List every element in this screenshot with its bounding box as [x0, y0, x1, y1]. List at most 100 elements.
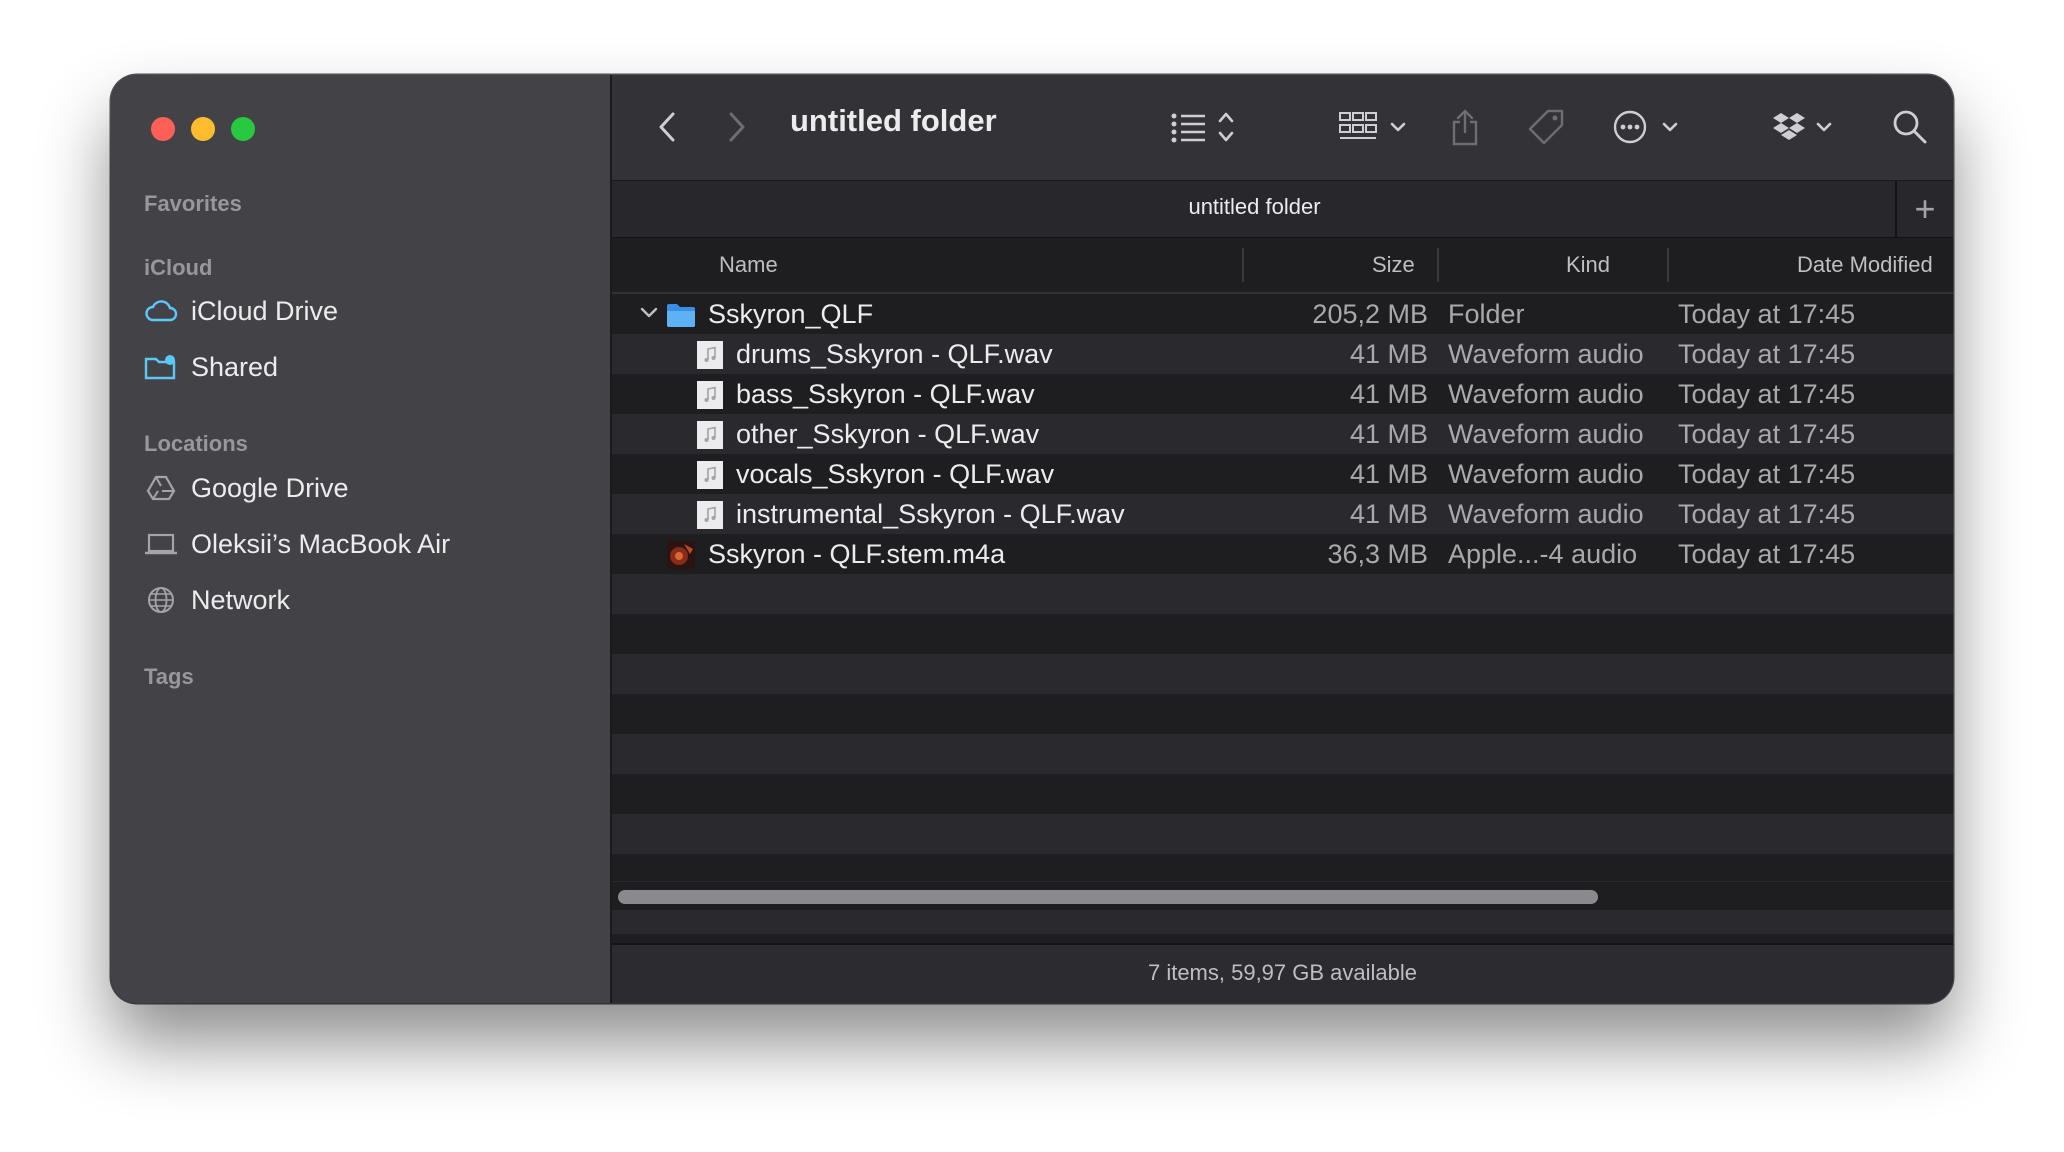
sidebar-section-locations: Locations: [144, 431, 248, 456]
file-date: Today at 17:45: [1678, 499, 1856, 529]
file-name: other_Sskyron - QLF.wav: [736, 419, 1040, 449]
empty-row: [612, 614, 1953, 654]
file-date: Today at 17:45: [1678, 539, 1856, 569]
file-list: Sskyron_QLF 205,2 MB Folder Today at 17:…: [612, 294, 1953, 934]
sidebar-item-label: Google Drive: [191, 472, 349, 503]
file-name: bass_Sskyron - QLF.wav: [736, 379, 1035, 409]
file-size: 36,3 MB: [1327, 539, 1428, 569]
column-header-name[interactable]: Name: [719, 252, 778, 278]
column-headers: Name Size Kind Date Modified: [612, 238, 1953, 294]
file-date: Today at 17:45: [1678, 339, 1856, 369]
back-button[interactable]: [652, 105, 682, 149]
empty-row: [612, 734, 1953, 774]
column-header-size[interactable]: Size: [1372, 252, 1415, 278]
file-size: 205,2 MB: [1312, 299, 1428, 329]
status-bar: 7 items, 59,97 GB available: [612, 943, 1953, 1003]
file-date: Today at 17:45: [1678, 459, 1856, 489]
laptop-icon: [144, 527, 178, 561]
column-header-date[interactable]: Date Modified: [1797, 252, 1933, 278]
file-name: Sskyron - QLF.stem.m4a: [708, 539, 1006, 569]
sidebar-item-label: Oleksii’s MacBook Air: [191, 528, 451, 559]
album-artwork-icon: [667, 540, 695, 569]
file-kind: Waveform audio: [1448, 499, 1644, 529]
tag-button[interactable]: [1526, 105, 1566, 149]
file-size: 41 MB: [1349, 339, 1428, 369]
audio-file-icon: [697, 420, 723, 449]
file-kind: Folder: [1448, 299, 1525, 329]
file-kind: Apple...-4 audio: [1448, 539, 1638, 569]
empty-row: [612, 694, 1953, 734]
table-row[interactable]: Sskyron - QLF.stem.m4a 36,3 MB Apple...-…: [612, 534, 1953, 574]
scrollbar-thumb[interactable]: [618, 890, 1598, 904]
audio-file-icon: [697, 460, 723, 489]
file-name: drums_Sskyron - QLF.wav: [736, 339, 1053, 369]
dropbox-icon: [1773, 113, 1832, 140]
minimize-window-button[interactable]: [191, 117, 215, 141]
file-kind: Waveform audio: [1448, 459, 1644, 489]
table-row-folder[interactable]: Sskyron_QLF 205,2 MB Folder Today at 17:…: [612, 294, 1953, 334]
file-kind: Waveform audio: [1448, 379, 1644, 409]
plus-icon: +: [1914, 188, 1936, 229]
empty-row: [612, 654, 1953, 694]
file-name: vocals_Sskyron - QLF.wav: [736, 459, 1055, 489]
chevron-left-icon: [659, 112, 675, 142]
chevron-down-icon[interactable]: [639, 303, 659, 323]
more-icon: [1613, 110, 1678, 144]
table-row[interactable]: instrumental_Sskyron - QLF.wav 41 MB Wav…: [612, 494, 1953, 534]
group-button[interactable]: [1338, 105, 1410, 149]
column-divider[interactable]: [1242, 248, 1244, 282]
column-header-kind[interactable]: Kind: [1566, 252, 1610, 278]
tab-untitled-folder[interactable]: untitled folder: [612, 194, 1897, 220]
sidebar-item-label: Shared: [191, 351, 279, 382]
window-title: untitled folder: [790, 103, 997, 138]
file-size: 41 MB: [1349, 379, 1428, 409]
sidebar-section-icloud: iCloud: [144, 255, 213, 280]
view-options-button[interactable]: [1170, 105, 1242, 149]
file-size: 41 MB: [1349, 499, 1428, 529]
table-row[interactable]: vocals_Sskyron - QLF.wav 41 MB Waveform …: [612, 454, 1953, 494]
file-date: Today at 17:45: [1678, 299, 1856, 329]
sidebar-section-favorites: Favorites: [144, 191, 242, 216]
share-icon: [1452, 109, 1478, 146]
file-kind: Waveform audio: [1448, 339, 1644, 369]
table-row[interactable]: bass_Sskyron - QLF.wav 41 MB Waveform au…: [612, 374, 1953, 414]
sidebar-item-macbook[interactable]: Oleksii’s MacBook Air: [144, 524, 450, 564]
list-view-icon: [1171, 112, 1234, 143]
toolbar: untitled folder: [612, 75, 1953, 180]
table-row[interactable]: drums_Sskyron - QLF.wav 41 MB Waveform a…: [612, 334, 1953, 374]
file-date: Today at 17:45: [1678, 419, 1856, 449]
sidebar-item-network[interactable]: Network: [144, 580, 290, 620]
dropbox-button[interactable]: [1772, 105, 1838, 149]
action-menu-button[interactable]: [1612, 105, 1684, 149]
column-divider[interactable]: [1437, 248, 1439, 282]
sidebar-item-google-drive[interactable]: Google Drive: [144, 468, 349, 508]
file-date: Today at 17:45: [1678, 379, 1856, 409]
globe-icon: [144, 583, 178, 617]
forward-button[interactable]: [722, 105, 752, 149]
search-icon: [1893, 110, 1927, 144]
empty-row: [612, 574, 1953, 614]
search-button[interactable]: [1890, 105, 1930, 149]
cloud-icon: [144, 294, 178, 328]
folder-icon: [667, 303, 695, 327]
google-drive-icon: [144, 471, 178, 505]
new-tab-button[interactable]: +: [1895, 181, 1953, 237]
file-size: 41 MB: [1349, 419, 1428, 449]
main-pane: untitled folder untitled folder + Name S…: [612, 75, 1953, 1003]
window-controls: [151, 117, 255, 141]
horizontal-scrollbar[interactable]: [612, 881, 1953, 910]
close-window-button[interactable]: [151, 117, 175, 141]
tab-bar: untitled folder +: [612, 180, 1953, 239]
table-row[interactable]: other_Sskyron - QLF.wav 41 MB Waveform a…: [612, 414, 1953, 454]
zoom-window-button[interactable]: [231, 117, 255, 141]
grid-icon: [1339, 112, 1406, 139]
tag-icon: [1528, 109, 1564, 145]
finder-window: Favorites iCloud iCloud Drive Shared Loc…: [111, 75, 1953, 1003]
share-button[interactable]: [1448, 105, 1482, 149]
column-divider[interactable]: [1667, 248, 1669, 282]
file-name: Sskyron_QLF: [708, 299, 874, 329]
sidebar-item-label: Network: [191, 584, 291, 615]
sidebar-item-shared[interactable]: Shared: [144, 347, 278, 387]
audio-file-icon: [697, 380, 723, 409]
sidebar-item-icloud-drive[interactable]: iCloud Drive: [144, 291, 338, 331]
